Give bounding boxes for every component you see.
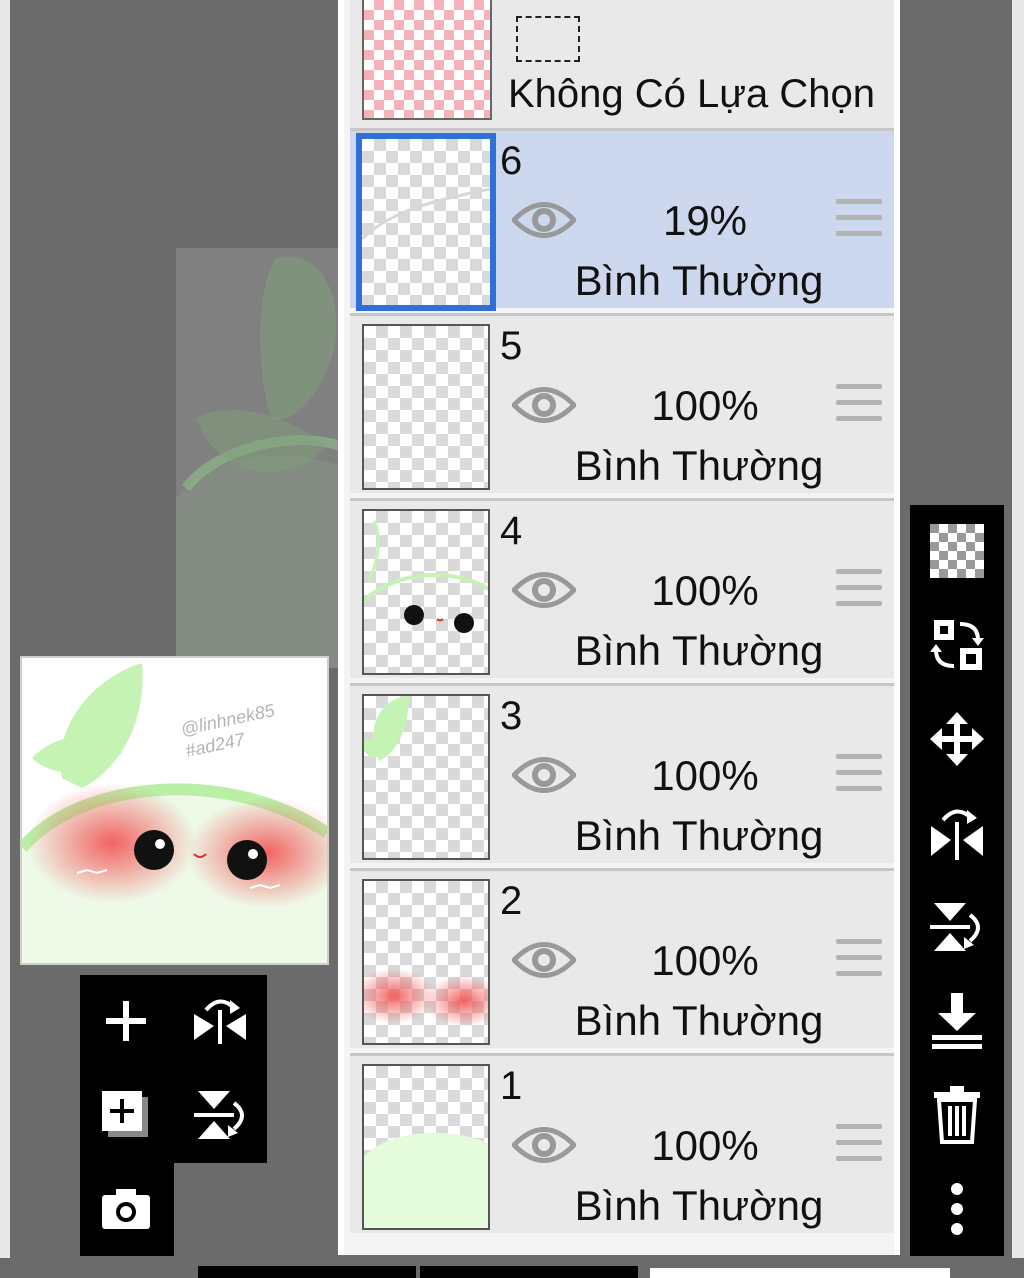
transparency-icon <box>930 524 984 578</box>
flip-horizontal-button[interactable] <box>180 981 260 1061</box>
layer-tools-panel <box>80 975 267 1163</box>
more-icon <box>951 1183 963 1235</box>
eye-icon <box>510 1127 578 1163</box>
visibility-toggle[interactable] <box>510 567 578 618</box>
flip-vertical-icon <box>194 1091 244 1139</box>
layer-row-6[interactable]: 6 19% Bình Thường <box>350 128 894 311</box>
transparency-button[interactable] <box>910 511 1004 591</box>
layer-blend-mode[interactable]: Bình Thường <box>564 1182 834 1230</box>
visibility-toggle[interactable] <box>510 382 578 433</box>
canvas-art <box>176 256 346 668</box>
layer-opacity[interactable]: 100% <box>620 752 790 800</box>
flip-vertical-button[interactable] <box>910 887 1004 967</box>
layer-blend-mode[interactable]: Bình Thường <box>564 442 834 490</box>
selection-layer-row[interactable]: Không Có Lựa Chọn <box>350 0 894 128</box>
layer-thumbnail <box>362 694 490 860</box>
layer-row-5[interactable]: 5 100% Bình Thường <box>350 313 894 493</box>
layer-thumbnail <box>356 133 496 311</box>
swap-layer-icon <box>930 620 984 670</box>
layer-thumbnail <box>362 324 490 490</box>
layer-number: 4 <box>500 509 523 553</box>
drag-handle-icon[interactable] <box>836 384 882 424</box>
visibility-toggle[interactable] <box>510 937 578 988</box>
drag-handle-icon[interactable] <box>836 199 882 239</box>
eye-icon <box>510 757 578 793</box>
layer-thumbnail <box>362 879 490 1045</box>
selection-marquee-icon <box>516 16 580 62</box>
layer-number: 1 <box>500 1064 523 1108</box>
camera-panel <box>80 1163 174 1256</box>
visibility-toggle[interactable] <box>510 1122 578 1173</box>
trash-icon <box>934 1086 980 1144</box>
flip-vertical-icon <box>930 903 980 951</box>
layer-thumbnail <box>362 1064 490 1230</box>
layer-number: 6 <box>500 139 523 183</box>
flip-horizontal-button[interactable] <box>910 793 1004 873</box>
move-icon <box>930 712 984 766</box>
layer-opacity[interactable]: 100% <box>620 1122 790 1170</box>
add-copy-layer-button[interactable] <box>86 1075 166 1155</box>
layer-row-2[interactable]: 2 100% Bình Thường <box>350 868 894 1048</box>
flip-vertical-button[interactable] <box>180 1075 260 1155</box>
layer-opacity[interactable]: 100% <box>620 937 790 985</box>
swap-layer-button[interactable] <box>910 605 1004 685</box>
visibility-toggle[interactable] <box>510 197 578 248</box>
move-button[interactable] <box>910 699 1004 779</box>
merge-down-button[interactable] <box>910 981 1004 1061</box>
layer-row-4[interactable]: 4 100% Bình Thường <box>350 498 894 678</box>
layer-number: 3 <box>500 694 523 738</box>
layers-panel: Không Có Lựa Chọn 6 19% Bình Thường 5 10… <box>338 0 900 1255</box>
more-options-button[interactable] <box>910 1169 1004 1249</box>
drag-handle-icon[interactable] <box>836 754 882 794</box>
layer-row-1[interactable]: 1 100% Bình Thường <box>350 1053 894 1233</box>
layer-thumbnail <box>362 509 490 675</box>
layer-blend-mode[interactable]: Bình Thường <box>564 812 834 860</box>
layer-blend-mode[interactable]: Bình Thường <box>564 997 834 1045</box>
selection-thumbnail <box>362 0 492 120</box>
add-layer-button[interactable] <box>86 981 166 1061</box>
bottom-field[interactable] <box>650 1268 950 1278</box>
eye-icon <box>510 942 578 978</box>
add-copy-layer-icon <box>102 1091 148 1137</box>
delete-layer-button[interactable] <box>910 1075 1004 1155</box>
flip-horizontal-icon <box>194 999 246 1044</box>
camera-icon <box>102 1189 150 1229</box>
canvas-preview: @linhnek85 #ad247 <box>20 656 329 965</box>
bottom-tab[interactable] <box>198 1266 416 1278</box>
layer-number: 2 <box>500 879 523 923</box>
drag-handle-icon[interactable] <box>836 1124 882 1164</box>
camera-button[interactable] <box>86 1169 166 1249</box>
layer-actions-toolbar <box>910 505 1004 1256</box>
drag-handle-icon[interactable] <box>836 939 882 979</box>
flip-horizontal-icon <box>931 809 983 860</box>
canvas-area[interactable] <box>176 248 346 668</box>
visibility-toggle[interactable] <box>510 752 578 803</box>
selection-label: Không Có Lựa Chọn <box>508 72 876 116</box>
frame-left-edge <box>0 0 10 1278</box>
eye-icon <box>510 202 578 238</box>
drag-handle-icon[interactable] <box>836 569 882 609</box>
eye-icon <box>510 572 578 608</box>
layer-opacity[interactable]: 100% <box>620 567 790 615</box>
eye-icon <box>510 387 578 423</box>
layer-blend-mode[interactable]: Bình Thường <box>564 627 834 675</box>
layer-blend-mode[interactable]: Bình Thường <box>564 257 834 305</box>
add-layer-icon <box>106 1001 146 1041</box>
frame-right-edge <box>1012 0 1024 1278</box>
layer-row-3[interactable]: 3 100% Bình Thường <box>350 683 894 863</box>
layer-number: 5 <box>500 324 523 368</box>
bottom-tab[interactable] <box>420 1266 638 1278</box>
layer-opacity[interactable]: 100% <box>620 382 790 430</box>
merge-down-icon <box>932 993 982 1049</box>
layer-opacity[interactable]: 19% <box>620 197 790 245</box>
